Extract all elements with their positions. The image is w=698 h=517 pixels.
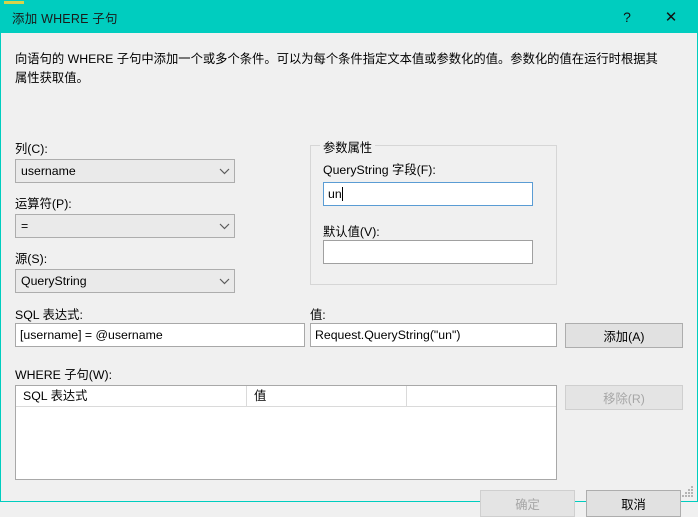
querystring-field-label: QueryString 字段(F): (323, 163, 436, 177)
help-icon[interactable]: ? (605, 1, 649, 33)
sql-expression-value: [username] = @username (20, 328, 163, 342)
listview-column-value[interactable]: 值 (247, 386, 407, 406)
default-value-label: 默认值(V): (323, 225, 380, 239)
dialog-description: 向语句的 WHERE 子句中添加一个或多个条件。可以为每个条件指定文本值或参数化… (15, 52, 658, 85)
chevron-down-icon (214, 278, 234, 285)
sql-expression-label: SQL 表达式: (15, 308, 83, 322)
window-accent-stripe (4, 1, 24, 4)
add-where-clause-dialog: 添加 WHERE 子句 ? ✕ 向语句的 WHERE 子句中添加一个或多个条件。… (0, 0, 698, 517)
value-input[interactable]: Request.QueryString("un") (310, 323, 557, 347)
operator-label: 运算符(P): (15, 197, 72, 211)
ok-button[interactable]: 确定 (480, 490, 575, 517)
dialog-body: 向语句的 WHERE 子句中添加一个或多个条件。可以为每个条件指定文本值或参数化… (1, 33, 697, 517)
value-label: 值: (310, 308, 326, 322)
column-combobox[interactable]: username (15, 159, 235, 183)
sql-expression-input[interactable]: [username] = @username (15, 323, 305, 347)
where-clause-listview[interactable]: SQL 表达式 值 (15, 385, 557, 480)
source-combobox[interactable]: QueryString (15, 269, 235, 293)
where-clause-label: WHERE 子句(W): (15, 368, 112, 382)
listview-header: SQL 表达式 值 (16, 386, 556, 407)
listview-rows (16, 407, 556, 479)
listview-column-extra[interactable] (407, 386, 556, 406)
chevron-down-icon (214, 168, 234, 175)
column-combobox-value: username (21, 164, 76, 178)
remove-button[interactable]: 移除(R) (565, 385, 683, 410)
listview-column-sql-expression[interactable]: SQL 表达式 (16, 386, 247, 406)
operator-combobox-value: = (21, 219, 29, 233)
column-label: 列(C): (15, 142, 48, 156)
querystring-field-value: un (328, 187, 342, 201)
parameter-properties-title: 参数属性 (320, 138, 376, 156)
default-value-input[interactable] (323, 240, 533, 264)
cancel-button[interactable]: 取消 (586, 490, 681, 517)
querystring-field-input[interactable]: un (323, 182, 533, 206)
resize-grip[interactable] (682, 486, 694, 498)
source-combobox-value: QueryString (21, 274, 87, 288)
title-bar: 添加 WHERE 子句 ? ✕ (1, 1, 697, 33)
source-label: 源(S): (15, 252, 48, 266)
text-caret (341, 187, 343, 201)
value-input-text: Request.QueryString("un") (315, 328, 461, 342)
close-icon[interactable]: ✕ (649, 1, 693, 33)
chevron-down-icon (214, 223, 234, 230)
add-button[interactable]: 添加(A) (565, 323, 683, 348)
operator-combobox[interactable]: = (15, 214, 235, 238)
window-title: 添加 WHERE 子句 (12, 11, 118, 26)
